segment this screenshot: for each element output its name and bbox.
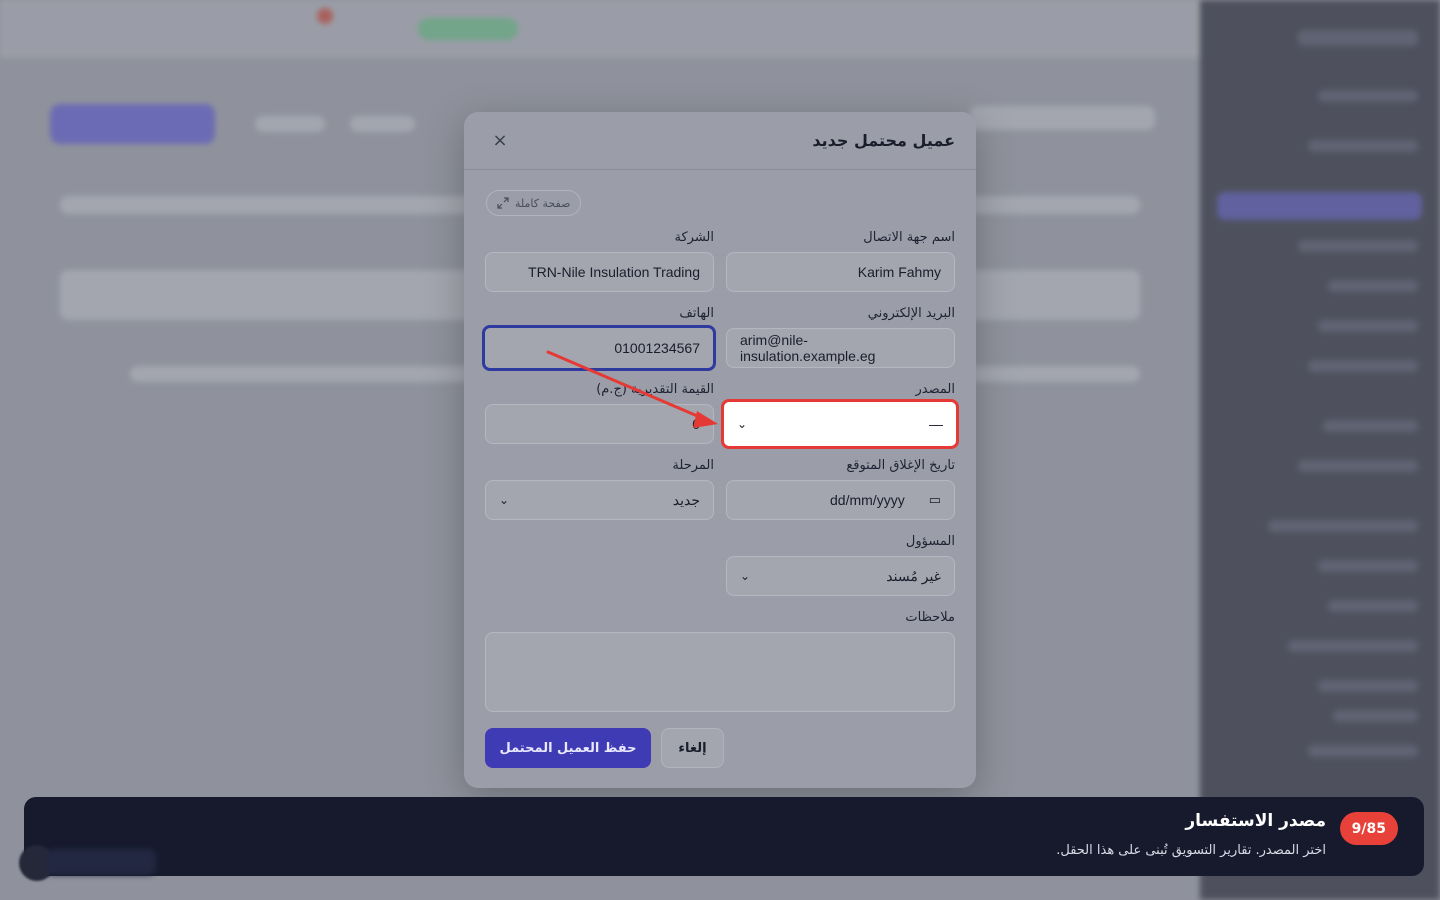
fullpage-button[interactable]: صفحة كاملة bbox=[486, 190, 582, 216]
stage-label: المرحلة bbox=[672, 458, 714, 473]
background-sidebar bbox=[1200, 0, 1440, 900]
new-lead-modal: عميل محتمل جديد × صفحة كاملة اسم جهة الا… bbox=[464, 112, 976, 788]
tour-nav-control[interactable] bbox=[46, 849, 156, 875]
estimated-value-value: 0 bbox=[692, 416, 700, 432]
owner-label: المسؤول bbox=[905, 534, 955, 549]
background-notification-dot bbox=[317, 8, 333, 24]
tour-description: اختر المصدر. تقارير التسويق تُبنى على هذ… bbox=[1056, 843, 1326, 858]
owner-select[interactable]: غير مُسند ⌄ bbox=[726, 556, 955, 596]
estimated-value-input[interactable]: 0 bbox=[485, 404, 714, 444]
background-primary-button bbox=[50, 104, 215, 144]
notes-label: ملاحظات bbox=[905, 610, 955, 625]
company-value: TRN-Nile Insulation Trading bbox=[528, 264, 700, 280]
background-pill bbox=[350, 116, 415, 132]
phone-label: الهاتف bbox=[679, 306, 714, 321]
notes-textarea[interactable] bbox=[485, 632, 955, 712]
phone-value: 01001234567 bbox=[614, 340, 700, 356]
modal-header: عميل محتمل جديد × bbox=[464, 112, 976, 170]
company-input[interactable]: TRN-Nile Insulation Trading bbox=[485, 252, 714, 292]
contact-name-input[interactable]: Karim Fahmy bbox=[726, 252, 955, 292]
close-icon: × bbox=[492, 130, 508, 151]
email-value: arim@nile-insulation.example.eg bbox=[740, 332, 876, 364]
expected-close-date-input[interactable]: dd/mm/yyyy ▭ bbox=[726, 480, 955, 520]
contact-name-value: Karim Fahmy bbox=[857, 264, 941, 280]
background-topbar bbox=[0, 0, 1200, 58]
expected-close-value: dd/mm/yyyy bbox=[830, 492, 905, 508]
tour-progress-badge: 9/85 bbox=[1339, 812, 1398, 845]
chevron-down-icon: ⌄ bbox=[499, 493, 510, 507]
source-value: — bbox=[929, 416, 943, 432]
stage-select[interactable]: جديد ⌄ bbox=[485, 480, 714, 520]
estimated-value-label: القيمة التقديرية (ج.م) bbox=[596, 382, 714, 397]
phone-input[interactable]: 01001234567 bbox=[482, 325, 716, 371]
background-status-pill bbox=[418, 18, 518, 40]
contact-name-label: اسم جهة الاتصال bbox=[863, 230, 955, 245]
company-label: الشركة bbox=[674, 230, 714, 245]
source-label: المصدر bbox=[915, 382, 955, 397]
fullpage-label: صفحة كاملة bbox=[515, 196, 571, 210]
chevron-down-icon: ⌄ bbox=[740, 569, 751, 583]
expand-icon bbox=[497, 197, 509, 209]
stage-value: جديد bbox=[672, 491, 700, 508]
cancel-button[interactable]: إلغاء bbox=[661, 728, 724, 768]
close-button[interactable]: × bbox=[488, 129, 512, 153]
background-page-title bbox=[970, 106, 1155, 130]
source-select[interactable]: — ⌄ bbox=[721, 399, 959, 449]
owner-value: غير مُسند bbox=[886, 567, 941, 584]
expected-close-label: تاريخ الإغلاق المتوقع bbox=[846, 458, 955, 473]
calendar-icon[interactable]: ▭ bbox=[929, 492, 941, 508]
modal-title: عميل محتمل جديد bbox=[812, 131, 955, 150]
email-label: البريد الإلكتروني bbox=[867, 306, 955, 321]
email-input[interactable]: arim@nile-insulation.example.eg bbox=[726, 328, 955, 368]
tour-banner: 9/85 مصدر الاستفسار اختر المصدر. تقارير … bbox=[19, 797, 1424, 881]
background-pill bbox=[255, 116, 325, 132]
chevron-down-icon: ⌄ bbox=[737, 417, 748, 431]
save-lead-button[interactable]: حفظ العميل المحتمل bbox=[485, 728, 651, 768]
tour-title: مصدر الاستفسار bbox=[1185, 811, 1326, 831]
